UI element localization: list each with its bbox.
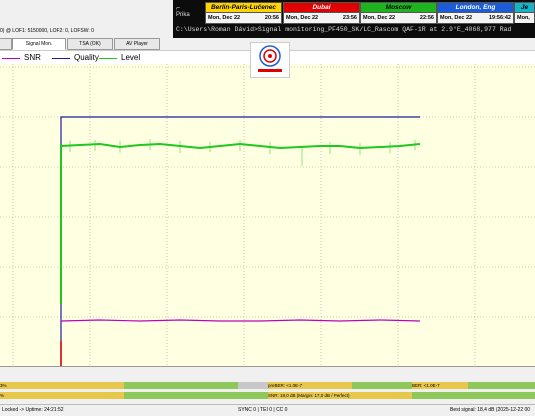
terminal-icon: ⌐ Prika [176, 5, 200, 19]
tab-av-player[interactable]: AV Player [114, 38, 160, 50]
clock-datetime-row: Mon, Dec 22 20:56 [205, 13, 282, 24]
left-meter-bar: 3% [0, 382, 124, 389]
terminal-path-text: C:\Users\Roman Dávid>Signal monitoring_P… [176, 26, 512, 33]
clock-datetime-row: Mon, Dec 22 19:56:42 [437, 13, 514, 24]
clock-datetime-row: Mon, Dec 22 22:56 [360, 13, 437, 24]
clock-time: 19:56:42 [488, 15, 511, 21]
status-bar: Locked -> Uptime: 24:21:52 SYNC 0 | TEI … [0, 404, 535, 416]
clock-date: Mon, Dec 22 [208, 15, 241, 21]
left-meter-bar-2: % [0, 392, 124, 399]
level-line [60, 142, 421, 304]
terminal-icon-label: Prika [176, 12, 190, 18]
signal-chart [0, 64, 535, 367]
clock-berlin: Berlin-Paris-Lučenec Mon, Dec 22 20:56 [205, 2, 282, 24]
clock-city-label: London, Eng [437, 2, 514, 13]
tab-signal-monitor[interactable]: Signal Mon. [12, 38, 66, 50]
clock-time: 20:56 [264, 15, 279, 21]
preber-bar: preBER: <1.0E-7 [268, 382, 352, 389]
clock-dubai: Dubai Mon, Dec 22 23:56 [283, 2, 360, 24]
clock-date: Mon, Dec 22 [517, 15, 530, 21]
clock-city-label: Dubai [283, 2, 360, 13]
snr-line [60, 319, 421, 322]
lock-status: Locked -> Uptime: 24:21:52 [2, 407, 64, 413]
clock-time: 22:56 [419, 15, 434, 21]
legend-quality: Quality [52, 53, 99, 63]
snr-bar: SNR: 18,0 dB (Margin: 17,0 dB / Perfect) [268, 392, 412, 399]
left-meter-green-2 [124, 392, 268, 399]
clock-datetime-row: Mon, Dec 22 [514, 13, 535, 23]
legend-snr: SNR [2, 53, 41, 63]
quality-line [60, 116, 420, 366]
clock-city-label: Moscow [360, 2, 437, 13]
legend-quality-label: Quality [74, 53, 99, 62]
preber-bar-green [352, 382, 412, 389]
legend-level-label: Level [121, 53, 141, 62]
sync-status: SYNC 0 | TEI 0 | CC 0 [238, 407, 288, 413]
lnb-info-text: 0) @ LOF1: 5150000, LOF2: 0, LOFSW: 0 [0, 28, 94, 34]
best-signal: Best signal: 18,4 dB (2025-12-22 00 [450, 407, 531, 413]
ber-bar-green [468, 382, 535, 389]
clock-date: Mon, Dec 22 [286, 15, 319, 21]
terminal-prompt-icon: ⌐ [176, 5, 181, 12]
legend-level-swatch [99, 57, 117, 59]
clock-city-label: Je [514, 2, 535, 13]
legend-snr-swatch [2, 57, 20, 59]
clock-moscow: Moscow Mon, Dec 22 22:56 [360, 2, 437, 24]
snr-bar-green [412, 392, 535, 399]
legend-level: Level [99, 53, 140, 63]
left-meter-gray [238, 382, 268, 389]
logo [250, 42, 290, 78]
logo-icon [258, 45, 282, 72]
clock-time: 23:56 [342, 15, 357, 21]
ber-bar: BER: <1.0E-7 [412, 382, 468, 389]
tab-bar: Signal Mon. TSA (OK) AV Player [0, 38, 170, 50]
legend-quality-swatch [52, 57, 70, 59]
level-noise [69, 139, 416, 166]
tab-previous[interactable] [0, 38, 12, 50]
clock-datetime-row: Mon, Dec 22 23:56 [283, 13, 360, 24]
clock-london: London, Eng Mon, Dec 22 19:56:42 [437, 2, 514, 24]
clock-date: Mon, Dec 22 [440, 15, 473, 21]
left-meter-green [124, 382, 238, 389]
clock-date: Mon, Dec 22 [363, 15, 396, 21]
clock-fifth: Je Mon, Dec 22 [514, 2, 535, 23]
legend-snr-label: SNR [24, 53, 41, 62]
tab-tsa[interactable]: TSA (OK) [67, 38, 113, 50]
clock-city-label: Berlin-Paris-Lučenec [205, 2, 282, 13]
signal-chart-svg [0, 64, 535, 366]
